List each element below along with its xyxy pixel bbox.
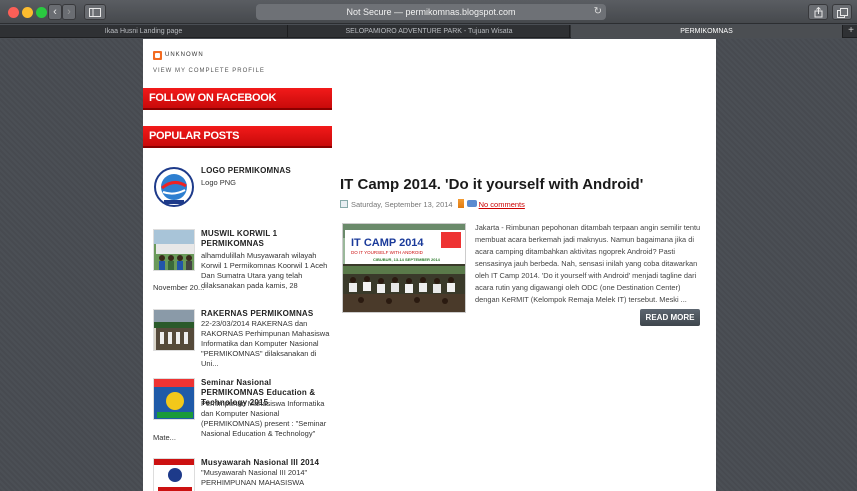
reload-icon[interactable]: ↻ <box>594 4 602 20</box>
post-thumbnail[interactable] <box>153 166 195 208</box>
it-camp-banner-photo: IT CAMP 2014 DO IT YOURSELF WITH ANDROID… <box>343 224 465 312</box>
post-thumbnail[interactable] <box>153 378 195 420</box>
munas-poster <box>154 459 194 491</box>
banner-place: CIBUBUR, 13-14 SEPTEMBER 2014 <box>373 257 441 262</box>
popular-post-item: MUSWIL KORWIL 1 PERMIKOMNAS alhamdulilla… <box>153 229 331 299</box>
article-date: Saturday, September 13, 2014 <box>351 200 453 209</box>
post-snippet: 22-23/03/2014 RAKERNAS dan RAKORNAS Perh… <box>201 319 330 368</box>
popular-post-item: RAKERNAS PERMIKOMNAS 22-23/03/2014 RAKER… <box>153 309 331 369</box>
popular-posts-header: POPULAR POSTS <box>143 126 332 146</box>
minimize-window-button[interactable] <box>22 7 33 18</box>
forward-button[interactable]: › <box>62 4 76 20</box>
close-window-button[interactable] <box>8 7 19 18</box>
tab-permikomnas[interactable]: PERMIKOMNAS <box>571 25 843 38</box>
rakernas-photo <box>154 310 194 350</box>
share-button[interactable] <box>808 4 828 20</box>
profile-name[interactable]: UNKNOWN <box>165 52 204 58</box>
post-snippet: "Musyawarah Nasional III 2014" PERHIMPUN… <box>201 468 308 487</box>
tabs-overview-icon <box>836 8 848 18</box>
sidebar-icon <box>89 8 101 17</box>
popular-post-item: Seminar Nasional PERMIKOMNAS Education &… <box>153 378 331 446</box>
article-meta: Saturday, September 13, 2014 No comments <box>340 199 525 209</box>
banner-title: IT CAMP 2014 <box>351 237 424 249</box>
post-snippet-continued: Mate... <box>153 433 176 442</box>
permikomnas-logo <box>154 167 194 207</box>
article-image[interactable]: IT CAMP 2014 DO IT YOURSELF WITH ANDROID… <box>342 223 466 313</box>
view-profile-link[interactable]: VIEW MY COMPLETE PROFILE <box>153 68 265 74</box>
muswil-photo <box>154 230 194 270</box>
back-button[interactable]: ‹ <box>48 4 62 20</box>
zoom-window-button[interactable] <box>36 7 47 18</box>
post-thumbnail[interactable] <box>153 229 195 271</box>
post-snippet: Logo PNG <box>201 178 237 187</box>
popular-post-item: Musyawarah Nasional III 2014 "Musyawarah… <box>153 458 331 491</box>
share-icon[interactable] <box>457 199 464 208</box>
post-title[interactable]: LOGO PERMIKOMNAS <box>201 166 331 176</box>
follow-facebook-header: FOLLOW ON FACEBOOK <box>143 88 332 108</box>
plus-icon: + <box>848 25 854 36</box>
post-snippet-continued: November 20... <box>153 283 205 292</box>
comments-link[interactable]: No comments <box>479 200 525 209</box>
show-tabs-button[interactable] <box>832 4 852 20</box>
read-more-button[interactable]: READ MORE <box>640 309 700 326</box>
new-tab-button[interactable]: + <box>845 25 857 38</box>
seminar-poster <box>154 379 194 419</box>
post-thumbnail[interactable] <box>153 309 195 351</box>
article-title[interactable]: IT Camp 2014. 'Do it yourself with Andro… <box>340 176 643 193</box>
popular-post-item: LOGO PERMIKOMNAS Logo PNG <box>153 166 331 211</box>
banner-subtitle: DO IT YOURSELF WITH ANDROID <box>351 250 424 255</box>
blogger-profile-icon <box>153 51 162 60</box>
browser-titlebar: ‹ › Not Secure — permikomnas.blogspot.co… <box>0 0 857 24</box>
tab-selopamioro[interactable]: SELOPAMIORO ADVENTURE PARK - Tujuan Wisa… <box>289 25 570 38</box>
chevron-right-icon: › <box>67 6 71 18</box>
blog-content: UNKNOWN VIEW MY COMPLETE PROFILE FOLLOW … <box>143 39 716 491</box>
comment-icon <box>466 200 477 207</box>
post-title[interactable]: Musyawarah Nasional III 2014 <box>201 458 331 468</box>
share-icon <box>814 6 822 18</box>
sidebar-toggle-button[interactable] <box>84 4 106 20</box>
calendar-icon <box>340 200 348 208</box>
address-text: Not Secure — permikomnas.blogspot.com <box>346 7 516 17</box>
tab-landing-page[interactable]: Ikaa Husni Landing page <box>0 25 288 38</box>
tab-bar: Ikaa Husni Landing page SELOPAMIORO ADVE… <box>0 25 857 38</box>
post-title[interactable]: MUSWIL KORWIL 1 PERMIKOMNAS <box>201 229 331 249</box>
address-bar[interactable]: Not Secure — permikomnas.blogspot.com ↻ <box>256 4 606 20</box>
post-title[interactable]: RAKERNAS PERMIKOMNAS <box>201 309 331 319</box>
chevron-left-icon: ‹ <box>53 6 57 18</box>
post-thumbnail[interactable] <box>153 458 195 491</box>
article-excerpt: Jakarta - Rimbunan pepohonan ditambah te… <box>475 223 701 304</box>
